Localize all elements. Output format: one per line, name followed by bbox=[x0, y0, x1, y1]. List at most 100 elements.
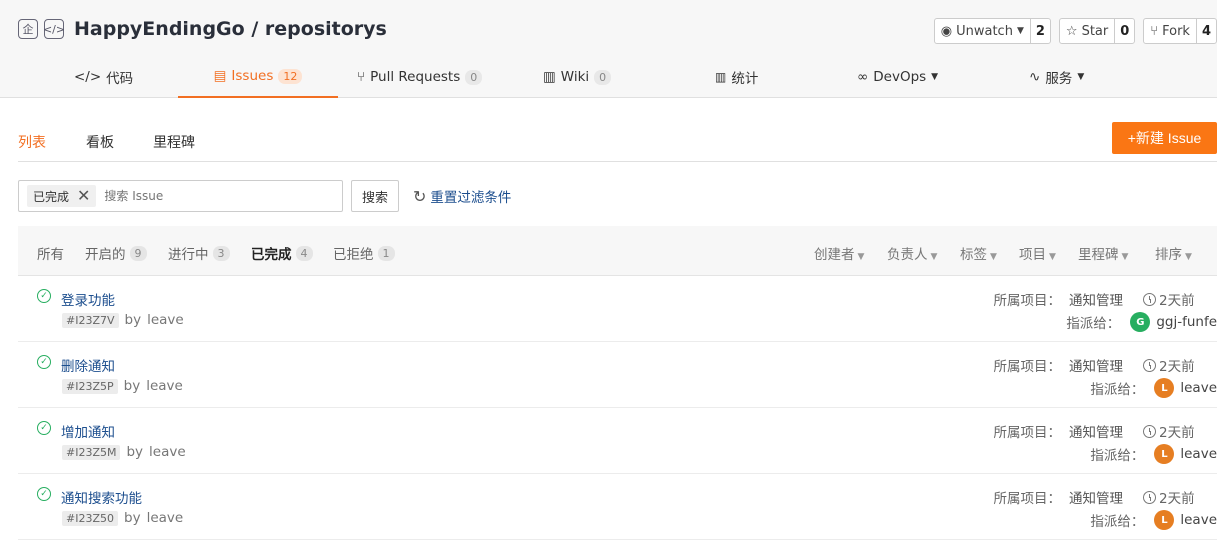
issue-time: 2天前 bbox=[1143, 421, 1217, 441]
repo-full-name[interactable]: HappyEndingGo / repositorys bbox=[74, 18, 387, 40]
issue-author[interactable]: leave bbox=[149, 444, 186, 460]
check-circle-icon: ✓ bbox=[37, 289, 51, 303]
issue-row[interactable]: ✓ 通知搜索功能 #I23Z50 by leave 所属项目： 通知管理 2天前 … bbox=[18, 474, 1217, 540]
caret-down-icon: ▼ bbox=[1016, 26, 1024, 36]
issue-title[interactable]: 登录功能 bbox=[61, 289, 115, 309]
avatar[interactable]: L bbox=[1154, 378, 1175, 398]
watch-button[interactable]: ◉ Unwatch ▼ 2 bbox=[933, 18, 1051, 44]
issue-author[interactable]: leave bbox=[147, 510, 184, 526]
issue-id[interactable]: #I23Z50 bbox=[62, 510, 118, 526]
tab-wiki[interactable]: ▥ Wiki 0 bbox=[543, 56, 612, 98]
star-count[interactable]: 0 bbox=[1115, 19, 1134, 43]
search-button[interactable]: 搜索 bbox=[351, 180, 399, 212]
close-icon[interactable]: ✕ bbox=[77, 188, 90, 204]
caret-down-icon: ▼ bbox=[1049, 252, 1056, 262]
fork-count[interactable]: 4 bbox=[1197, 19, 1216, 43]
tab-issues[interactable]: ▤ Issues 12 bbox=[178, 56, 338, 98]
issue-author[interactable]: leave bbox=[147, 312, 184, 328]
avatar[interactable]: G bbox=[1130, 312, 1151, 332]
check-circle-icon: ✓ bbox=[37, 487, 51, 501]
tab-code[interactable]: </> 代码 bbox=[74, 56, 133, 98]
pull-request-icon: ⑂ bbox=[357, 69, 366, 85]
issue-id[interactable]: #I23Z7V bbox=[62, 312, 119, 328]
enterprise-icon: 企 bbox=[18, 19, 38, 39]
by-label: by bbox=[126, 444, 144, 460]
tab-pull-requests[interactable]: ⑂ Pull Requests 0 bbox=[357, 56, 483, 98]
filter-project[interactable]: 项目 ▼ bbox=[1019, 243, 1056, 263]
filter-bar: 所有 开启的 9 进行中 3 已完成 4 已拒绝 1 创建者 ▼ 负责人 ▼ 标签 ▼ 项目 ▼… bbox=[18, 226, 1217, 276]
issue-time: 2天前 bbox=[1143, 289, 1217, 309]
project-name[interactable]: 通知管理 bbox=[1069, 293, 1123, 309]
tab-services[interactable]: ∿ 服务 ▼ bbox=[1029, 56, 1084, 98]
caret-down-icon: ▼ bbox=[1121, 252, 1129, 262]
state-done[interactable]: 已完成 4 bbox=[251, 243, 313, 263]
state-all[interactable]: 所有 bbox=[37, 243, 64, 263]
new-issue-button[interactable]: +新建 Issue bbox=[1112, 122, 1217, 154]
filter-chip: 已完成 ✕ bbox=[27, 185, 97, 207]
by-label: by bbox=[124, 510, 141, 526]
issue-title[interactable]: 通知搜索功能 bbox=[61, 487, 142, 507]
search-input[interactable] bbox=[104, 189, 285, 203]
code-repo-icon: </> bbox=[43, 19, 65, 39]
search-box[interactable]: 已完成 ✕ bbox=[18, 180, 343, 212]
state-in-progress[interactable]: 进行中 3 bbox=[168, 243, 230, 263]
issue-meta: #I23Z7V by leave bbox=[62, 312, 184, 328]
assignee-name[interactable]: ggj-funfe bbox=[1156, 314, 1217, 330]
filter-sort[interactable]: 排序 ▼ bbox=[1155, 243, 1192, 263]
issue-time: 2天前 bbox=[1143, 355, 1217, 375]
stats-icon: ▥ bbox=[715, 70, 727, 84]
assignee-name[interactable]: leave bbox=[1180, 446, 1217, 462]
reset-filters-link[interactable]: ↻ 重置过滤条件 bbox=[413, 186, 511, 207]
fork-button[interactable]: ⑂ Fork 4 bbox=[1143, 18, 1217, 44]
subtab-milestones[interactable]: 里程碑 bbox=[153, 132, 195, 152]
issue-assignee: 指派给： L leave bbox=[1090, 378, 1217, 398]
state-rejected[interactable]: 已拒绝 1 bbox=[333, 243, 395, 263]
issue-assignee: 指派给： L leave bbox=[1090, 510, 1217, 530]
by-label: by bbox=[124, 312, 142, 328]
clock-icon bbox=[1143, 490, 1156, 504]
issue-meta: #I23Z50 by leave bbox=[62, 510, 183, 526]
subtab-board[interactable]: 看板 bbox=[86, 132, 114, 152]
star-button[interactable]: ☆ Star 0 bbox=[1058, 18, 1136, 44]
watch-count[interactable]: 2 bbox=[1031, 19, 1050, 43]
avatar[interactable]: L bbox=[1154, 510, 1175, 530]
filter-labels[interactable]: 标签 ▼ bbox=[960, 243, 997, 263]
caret-down-icon: ▼ bbox=[990, 252, 997, 262]
issue-title[interactable]: 增加通知 bbox=[61, 421, 115, 441]
eye-icon: ◉ bbox=[940, 23, 953, 39]
project-name[interactable]: 通知管理 bbox=[1069, 491, 1123, 507]
issue-project: 所属项目： 通知管理 bbox=[993, 359, 1124, 375]
filter-creator[interactable]: 创建者 ▼ bbox=[814, 243, 864, 263]
clock-icon bbox=[1143, 358, 1156, 372]
project-name[interactable]: 通知管理 bbox=[1069, 425, 1123, 441]
issue-meta: #I23Z5P by leave bbox=[62, 378, 183, 394]
state-open[interactable]: 开启的 9 bbox=[85, 243, 147, 263]
filter-assignee[interactable]: 负责人 ▼ bbox=[887, 243, 937, 263]
issue-row[interactable]: ✓ 登录功能 #I23Z7V by leave 所属项目： 通知管理 2天前 指派… bbox=[18, 276, 1217, 342]
project-name[interactable]: 通知管理 bbox=[1069, 359, 1123, 375]
avatar[interactable]: L bbox=[1154, 444, 1175, 464]
caret-down-icon: ▼ bbox=[1077, 72, 1085, 82]
issue-row[interactable]: ✓ 增加通知 #I23Z5M by leave 所属项目： 通知管理 2天前 指派… bbox=[18, 408, 1217, 474]
issue-row[interactable]: ✓ 删除通知 #I23Z5P by leave 所属项目： 通知管理 2天前 指派… bbox=[18, 342, 1217, 408]
repo-actions: ◉ Unwatch ▼ 2 ☆ Star 0 ⑂ Fork 4 bbox=[933, 18, 1217, 44]
clock-icon bbox=[1143, 424, 1156, 438]
issue-project: 所属项目： 通知管理 bbox=[993, 293, 1124, 309]
issue-author[interactable]: leave bbox=[146, 378, 183, 394]
issue-project: 所属项目： 通知管理 bbox=[993, 425, 1124, 441]
issue-project: 所属项目： 通知管理 bbox=[993, 491, 1124, 507]
subtab-list[interactable]: 列表 bbox=[18, 132, 46, 152]
tab-stats[interactable]: ▥ 统计 bbox=[715, 56, 758, 98]
assignee-name[interactable]: leave bbox=[1180, 512, 1217, 528]
issue-id[interactable]: #I23Z5M bbox=[62, 444, 121, 460]
caret-down-icon: ▼ bbox=[857, 252, 865, 262]
filter-milestone[interactable]: 里程碑 ▼ bbox=[1078, 243, 1128, 263]
tab-devops[interactable]: ∞ DevOps ▼ bbox=[857, 56, 938, 98]
issue-title[interactable]: 删除通知 bbox=[61, 355, 115, 375]
assignee-name[interactable]: leave bbox=[1180, 380, 1217, 396]
wiki-icon: ▥ bbox=[543, 69, 556, 85]
refresh-icon: ↻ bbox=[413, 186, 427, 206]
repo-tabs: </> 代码 ▤ Issues 12 ⑂ Pull Requests 0 ▥ Wiki 0 ▥… bbox=[0, 56, 1217, 98]
repo-header: 企 </> HappyEndingGo / repositorys ◉ Unwat… bbox=[0, 0, 1217, 98]
issue-id[interactable]: #I23Z5P bbox=[62, 378, 118, 394]
